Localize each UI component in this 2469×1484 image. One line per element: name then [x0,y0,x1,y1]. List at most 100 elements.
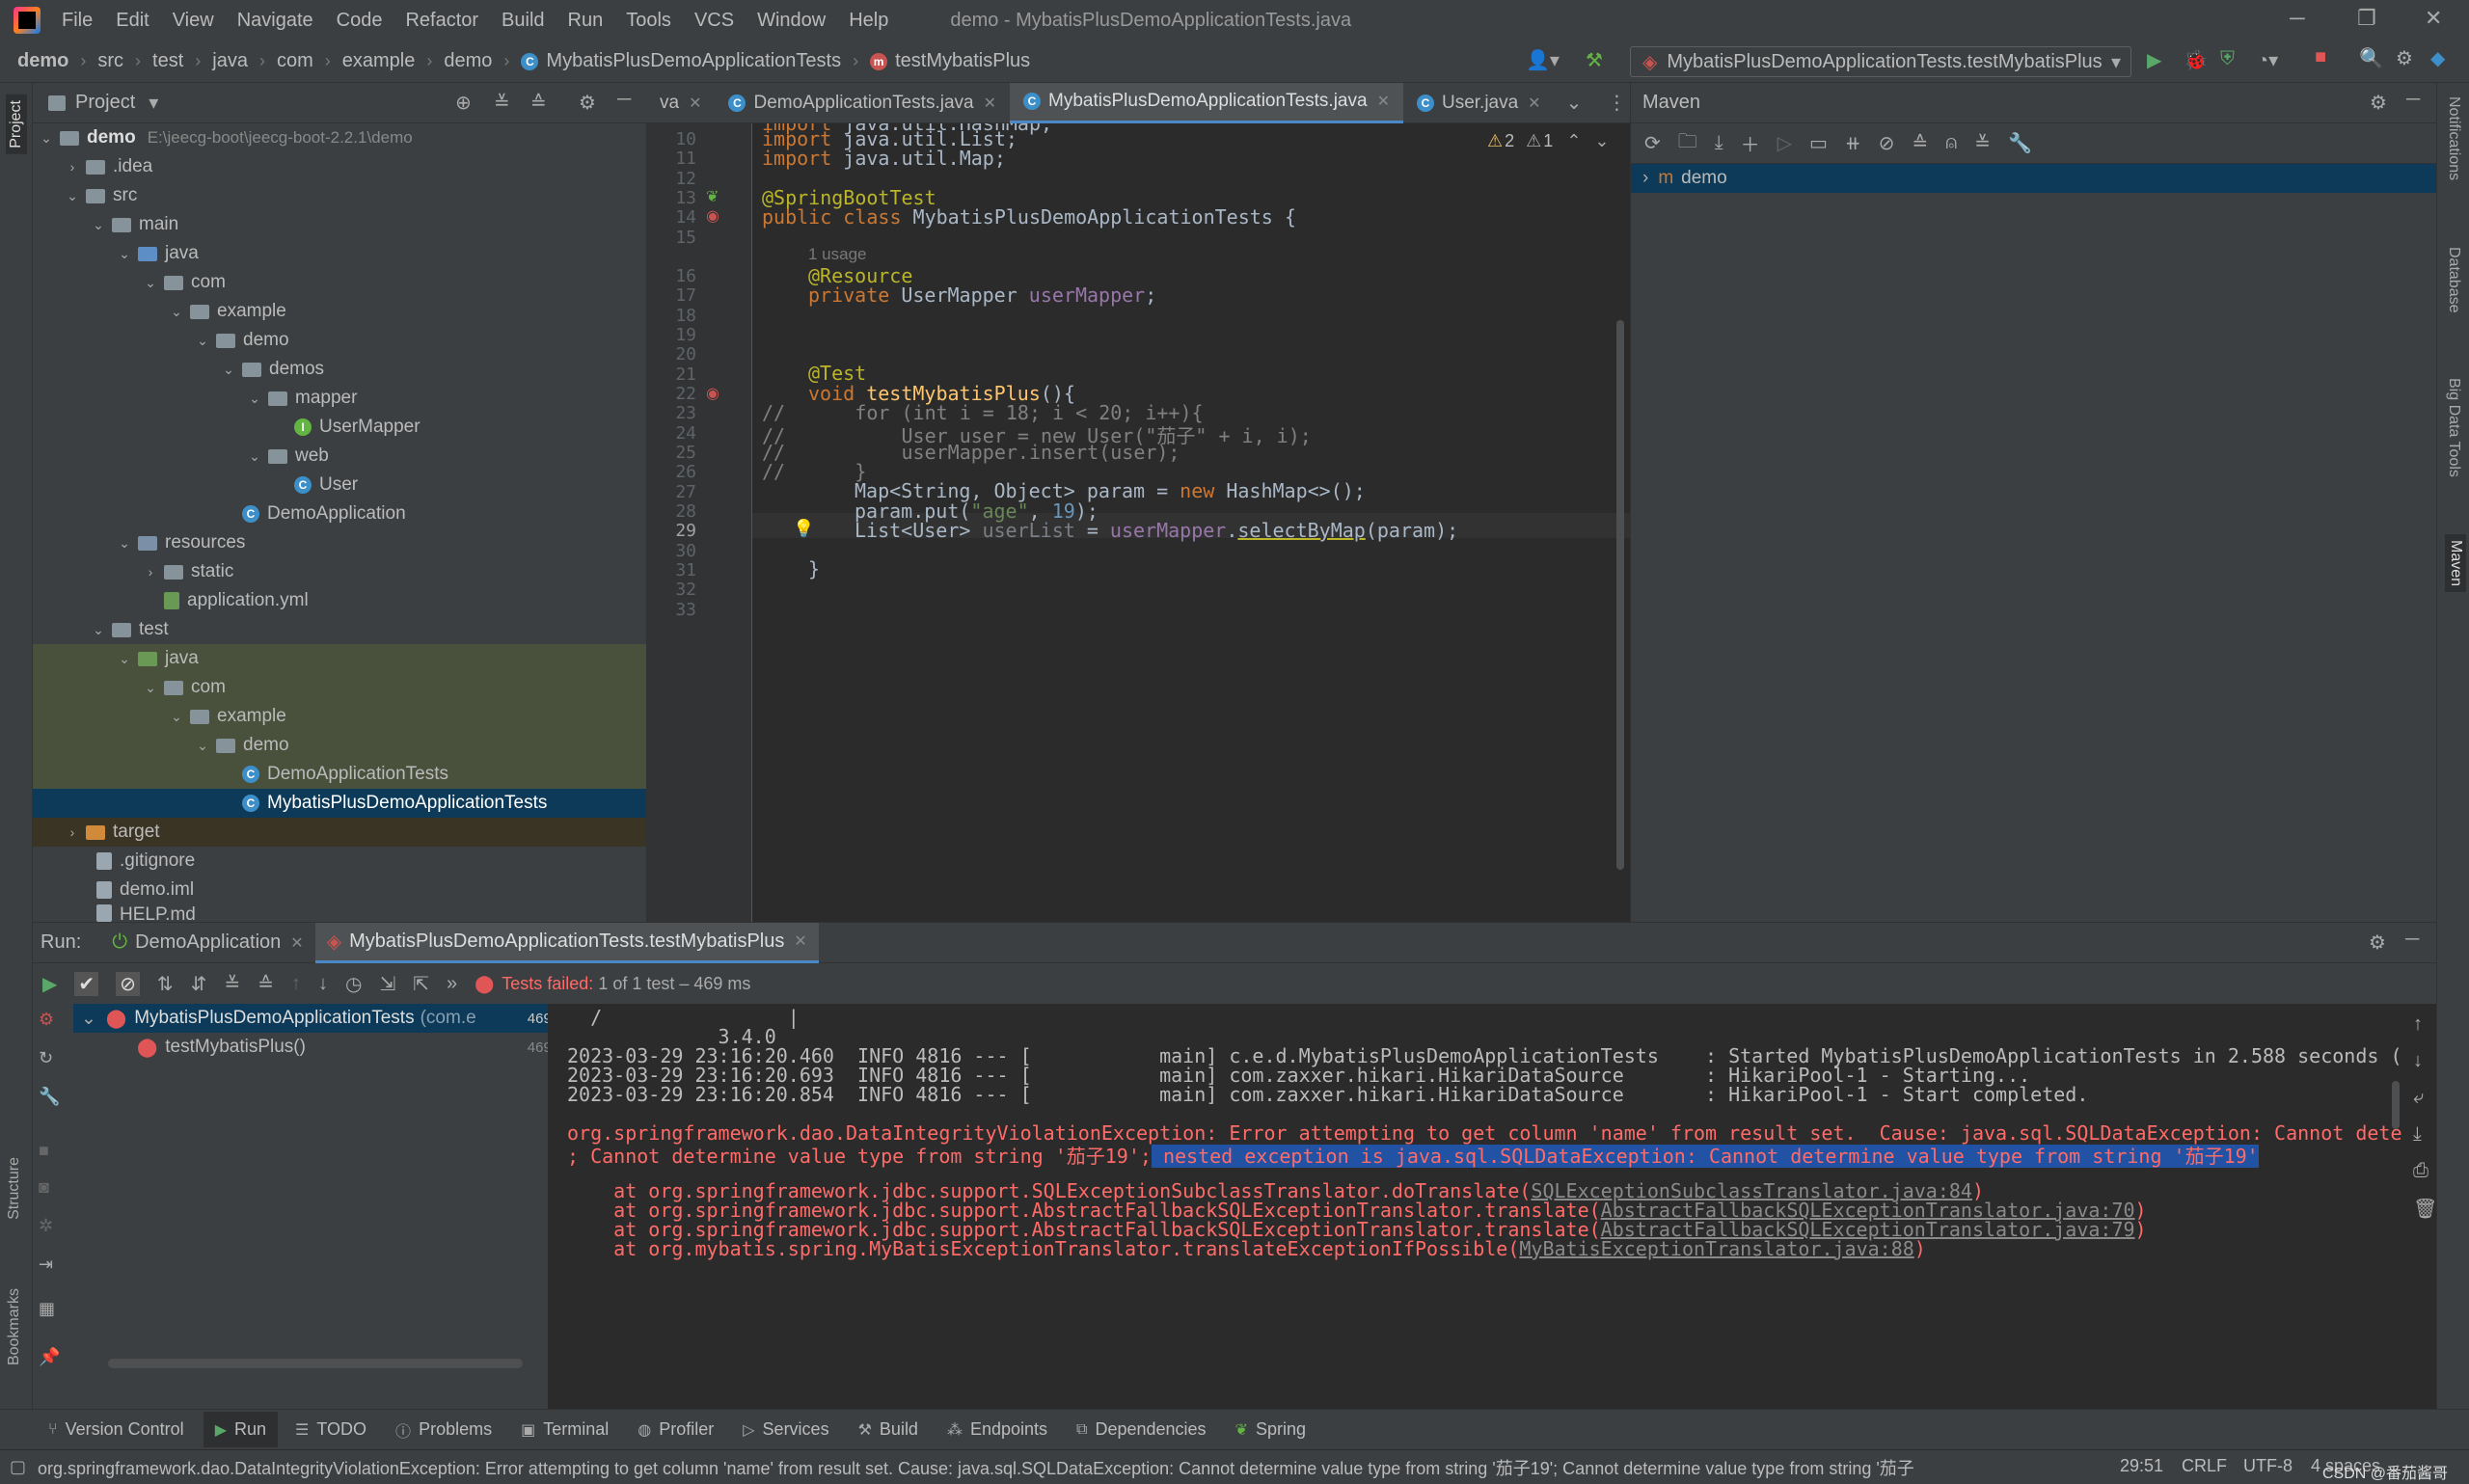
status-message[interactable]: org.springframework.dao.DataIntegrityVio… [38,1455,2092,1480]
close-icon[interactable]: ✕ [1528,94,1540,113]
tree-item-com[interactable]: ⌄ com [33,268,646,297]
project-tool-tab[interactable]: Project [6,94,27,154]
menu-run[interactable]: Run [568,10,604,32]
tree-item-mybatisplusdemoapplicationtests[interactable]: C MybatisPlusDemoApplicationTests [33,789,646,818]
execute-goal-icon[interactable]: ▭ [1809,131,1828,155]
maven-settings-gear-icon[interactable]: ⚙ [2370,91,2387,115]
tool-todo[interactable]: ☰ TODO [295,1419,366,1440]
tool-spring[interactable]: ❦ Spring [1235,1419,1306,1440]
debug-icon[interactable]: ✲ [39,1216,53,1236]
collapse-all-icon[interactable]: ≙ [258,972,274,996]
bookmarks-tool-tab[interactable]: Bookmarks [6,1288,23,1365]
line-separator[interactable]: CRLF [2182,1456,2227,1476]
exit-icon[interactable]: ⇥ [39,1255,53,1275]
chevron-down-icon[interactable]: ▾ [149,91,158,115]
tree-item-idea[interactable]: › .idea [33,152,646,181]
tool-build[interactable]: ⚒ Build [858,1419,918,1440]
print-icon[interactable]: ⎙ [2413,1160,2428,1182]
sort-duration-icon[interactable]: ⇵ [191,972,207,996]
toggle-offline-icon[interactable]: ⧺ [1845,131,1861,155]
camera-icon[interactable]: ◙ [39,1177,49,1198]
menu-vcs[interactable]: VCS [694,10,734,32]
run-test-gutter-icon[interactable]: ◉ [706,384,719,403]
reload-icon[interactable]: ⟳ [1644,131,1661,155]
structure-tool-tab[interactable]: Structure [6,1157,23,1220]
soft-wrap-icon[interactable]: ⤶ [2413,1087,2424,1109]
tool-dependencies[interactable]: ⧉ Dependencies [1076,1419,1207,1440]
tool-version-control[interactable]: ⑂ Version Control [48,1419,184,1440]
breadcrumb-method[interactable]: testMybatisPlus [895,50,1030,72]
tab-run-testmybatisplus[interactable]: ◈ MybatisPlusDemoApplicationTests.testMy… [314,922,819,963]
big-data-tools-tab[interactable]: Big Data Tools [2445,378,2462,477]
build-hammer-icon[interactable]: ⚒ [1586,48,1603,72]
tree-horizontal-scrollbar[interactable] [108,1359,523,1368]
menu-window[interactable]: Window [757,10,826,32]
close-icon[interactable]: ✕ [290,933,303,953]
code-area[interactable]: import java.util.HashMap; import java.ut… [752,123,1630,922]
locate-icon[interactable]: ⊕ [455,91,472,115]
close-icon[interactable]: ✕ [794,931,806,951]
menu-build[interactable]: Build [502,10,544,32]
notifications-tool-tab[interactable]: Notifications [2445,96,2462,180]
show-passed-icon[interactable]: ✔ [74,971,99,996]
run-test-gutter-icon[interactable]: ◉ [706,206,719,226]
menu-code[interactable]: Code [337,10,383,32]
editor-scrollbar[interactable] [1616,320,1624,870]
menu-edit[interactable]: Edit [116,10,149,32]
hide-panel-icon[interactable]: ─ [2405,929,2419,951]
layout-toggle-icon[interactable]: ▢ [10,1457,26,1477]
breadcrumb-java[interactable]: java [212,50,248,72]
menu-help[interactable]: Help [849,10,888,32]
coverage-icon[interactable]: ⛨ [2220,48,2235,70]
tree-item-gitignore[interactable]: .gitignore [33,847,646,876]
settings-gear-icon[interactable]: ⚙ [2396,46,2413,70]
tree-item-static[interactable]: › static [33,557,646,586]
rerun-failed-icon[interactable]: ⚙ [39,1010,54,1030]
run-maven-icon[interactable]: ▷ [1777,131,1792,155]
add-folder-icon[interactable]: 🗀 [1678,127,1697,160]
tree-item-test-demo[interactable]: ⌄ demo [33,731,646,760]
expand-icon[interactable]: ≚ [1974,131,1991,155]
run-icon[interactable]: ▶ [2147,48,2161,72]
tree-root[interactable]: ⌄ demo E:\jeecg-boot\jeecg-boot-2.2.1\de… [33,123,646,152]
pin-icon[interactable]: 📌 [39,1347,60,1367]
tree-item-test[interactable]: ⌄ test [33,615,646,644]
next-highlight-icon[interactable]: ⌄ [1594,131,1609,151]
tree-item-demoapplicationtests[interactable]: C DemoApplicationTests [33,760,646,789]
menu-view[interactable]: View [173,10,214,32]
tree-item-usermapper[interactable]: I UserMapper [33,413,646,442]
collapse-icon[interactable]: ≙ [1912,131,1928,155]
tree-item-test-java[interactable]: ⌄ java [33,644,646,673]
test-case-row[interactable]: ⬤ testMybatisPlus() 469 ms [73,1033,581,1062]
tool-endpoints[interactable]: ⁂ Endpoints [947,1419,1047,1440]
tree-item-resources[interactable]: ⌄ resources [33,528,646,557]
up-arrow-icon[interactable]: ↑ [2413,1013,2423,1036]
tree-item-example[interactable]: ⌄ example [33,297,646,326]
layout-icon[interactable]: ▦ [39,1299,55,1319]
show-ignored-icon[interactable]: ⊘ [116,971,140,996]
tree-item-web[interactable]: ⌄ web [33,442,646,471]
tab-mybatisplusdemoapplicationtests[interactable]: C MybatisPlusDemoApplicationTests.java ✕ [1010,82,1403,123]
tree-item-target[interactable]: › target [33,818,646,847]
menu-refactor[interactable]: Refactor [405,10,478,32]
tool-problems[interactable]: ⓘ Problems [395,1418,492,1442]
tabs-dropdown-icon[interactable]: ⌄ [1566,91,1583,115]
tree-item-main[interactable]: ⌄ main [33,210,646,239]
tree-item-demos[interactable]: ⌄ demos [33,355,646,384]
tab-run-demoapplication[interactable]: ⏻ DemoApplication ✕ [100,923,314,963]
skip-tests-icon[interactable]: ⊘ [1879,131,1895,155]
menu-file[interactable]: File [62,10,93,32]
hide-panel-icon[interactable]: ─ [617,89,631,111]
breadcrumb-demo[interactable]: demo [17,50,68,72]
toggle-auto-test-icon[interactable]: ↻ [39,1048,53,1068]
stop-icon[interactable]: ■ [39,1141,49,1161]
tool-services[interactable]: ▷ Services [743,1419,828,1440]
database-tool-tab[interactable]: Database [2445,247,2462,313]
tree-item-src[interactable]: ⌄ src [33,181,646,210]
tab-user-java[interactable]: C User.java ✕ [1403,83,1555,123]
usage-hint[interactable]: 1 usage [808,245,867,264]
run-configuration-select[interactable]: ◈ MybatisPlusDemoApplicationTests.testMy… [1630,46,2131,77]
caret-position[interactable]: 29:51 [2120,1456,2163,1476]
search-icon[interactable]: 🔍 [2359,46,2383,70]
tab-demoapplicationtests[interactable]: C DemoApplicationTests.java ✕ [715,83,1010,123]
